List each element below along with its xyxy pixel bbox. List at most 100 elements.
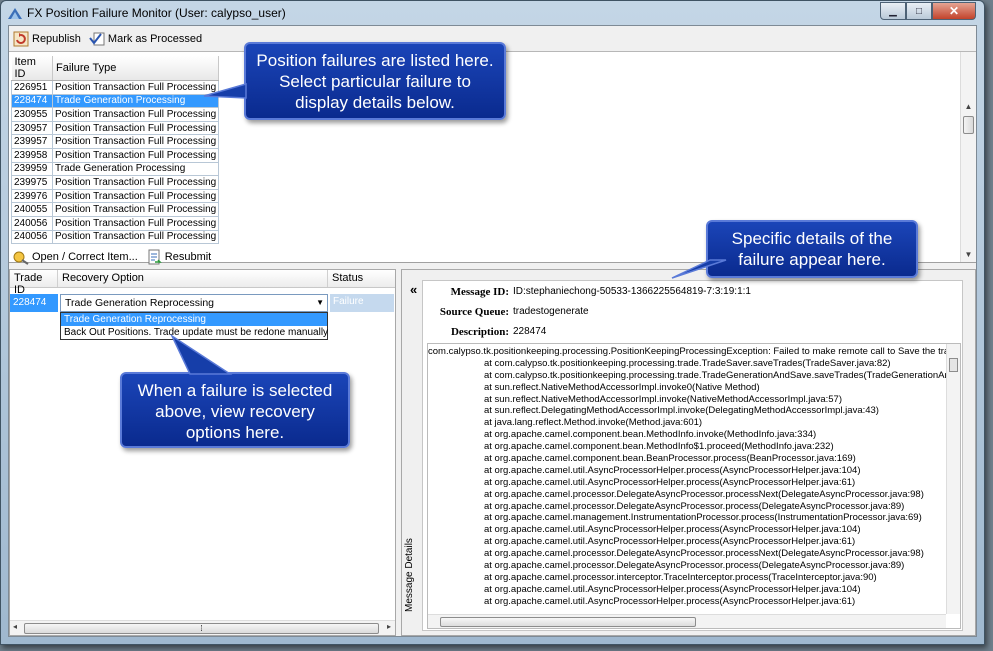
minimize-icon[interactable]: ▁: [880, 2, 906, 20]
stack-trace-line: at sun.reflect.DelegatingMethodAccessorI…: [484, 405, 879, 417]
table-row[interactable]: 228474 Trade Generation Processing: [11, 93, 220, 109]
item-id-cell: 239959: [11, 161, 53, 177]
status-badge: Failure: [330, 294, 394, 312]
recovery-panel: Trade ID Recovery Option Status 228474 T…: [9, 269, 396, 636]
recovery-row[interactable]: 228474 Trade Generation Reprocessing ▼ F…: [10, 294, 395, 312]
table-row[interactable]: 239957 Position Transaction Full Processi…: [11, 134, 220, 149]
item-id-cell: 240055: [11, 202, 53, 217]
republish-label: Republish: [32, 32, 81, 45]
failure-table: Item ID Failure Type 226951 Position Tran…: [11, 56, 220, 245]
item-id-cell: 228474: [11, 93, 53, 109]
item-id-cell: 230955: [11, 107, 53, 122]
failure-type-cell: Position Transaction Full Processing: [51, 175, 220, 190]
scroll-thumb[interactable]: ⁞: [24, 623, 379, 634]
failure-type-cell: Position Transaction Full Processing: [51, 120, 220, 136]
callout-failure-list: Position failures are listed here. Selec…: [244, 42, 506, 120]
table-row[interactable]: 240056 Position Transaction Full Processi…: [11, 229, 220, 245]
stack-trace-line: at org.apache.camel.processor.DelegateAs…: [484, 488, 924, 500]
item-id-cell: 240056: [11, 215, 53, 231]
open-correct-item-button[interactable]: Open / Correct Item...: [13, 249, 138, 265]
callout-pointer: [203, 83, 247, 99]
trace-vertical-scrollbar[interactable]: [946, 344, 960, 614]
stack-trace-line: at org.apache.camel.processor.DelegateAs…: [484, 500, 905, 512]
column-header-item-id[interactable]: Item ID: [11, 56, 53, 81]
source-queue-value: tradestogenerate: [513, 306, 589, 317]
failure-type-cell: Position Transaction Full Processing: [51, 215, 220, 231]
stack-trace-line: at org.apache.camel.processor.DelegateAs…: [484, 548, 924, 560]
column-header-trade-id[interactable]: Trade ID: [10, 270, 58, 296]
message-details-tab[interactable]: Message Details: [404, 525, 418, 625]
item-id-cell: 239976: [11, 188, 53, 204]
callout-pointer: [170, 334, 233, 375]
stack-trace-line: at java.lang.reflect.Method.invoke(Metho…: [484, 417, 703, 429]
failure-type-cell: Trade Generation Processing: [51, 161, 220, 177]
stack-trace-textarea[interactable]: com.calypso.tk.positionkeeping.processin…: [427, 343, 961, 629]
trace-horizontal-scrollbar[interactable]: [428, 614, 946, 628]
scroll-left-icon[interactable]: ◂: [13, 622, 17, 631]
callout-pointer: [671, 259, 727, 279]
window-controls: ▁ □ ✕: [880, 2, 976, 20]
dropdown-option-reprocess[interactable]: Trade Generation Reprocessing: [61, 313, 327, 326]
item-id-cell: 239958: [11, 147, 53, 163]
app-logo-icon: [8, 8, 22, 19]
stack-trace-line: at org.apache.camel.util.AsyncProcessorH…: [484, 595, 856, 607]
callout-failure-list-text: Position failures are listed here. Selec…: [256, 51, 494, 112]
column-header-status[interactable]: Status: [328, 270, 392, 287]
open-correct-label: Open / Correct Item...: [32, 251, 138, 263]
stack-trace-line: at org.apache.camel.management.Instrumen…: [484, 512, 922, 524]
failure-type-cell: Position Transaction Full Processing: [51, 202, 220, 217]
message-id-value: ID:stephaniechong-50533-1366225564819-7:…: [513, 286, 751, 297]
description-label: Description:: [450, 326, 509, 338]
stack-trace-line: at org.apache.camel.util.AsyncProcessorH…: [484, 476, 856, 488]
maximize-icon[interactable]: □: [906, 2, 932, 20]
recovery-horizontal-scrollbar[interactable]: ◂ ⁞ ▸: [10, 620, 395, 635]
resubmit-button[interactable]: Resubmit: [146, 249, 211, 265]
stack-trace-line: at org.apache.camel.util.AsyncProcessorH…: [484, 536, 856, 548]
message-id-label: Message ID:: [450, 286, 509, 298]
table-row[interactable]: 240055 Position Transaction Full Processi…: [11, 202, 220, 217]
table-row[interactable]: 239975 Position Transaction Full Processi…: [11, 175, 220, 190]
callout-recovery-text: When a failure is selected above, view r…: [137, 381, 333, 442]
callout-details: Specific details of the failure appear h…: [706, 220, 918, 278]
collapse-icon[interactable]: «: [410, 282, 417, 297]
mark-processed-label: Mark as Processed: [107, 32, 203, 45]
failure-type-cell: Position Transaction Full Processing: [51, 147, 220, 163]
scroll-thumb[interactable]: [440, 617, 696, 627]
stack-trace-line: at org.apache.camel.component.bean.Metho…: [484, 441, 834, 453]
column-header-recovery-option[interactable]: Recovery Option: [58, 270, 328, 287]
failure-list-scrollbar[interactable]: ▲ ▼: [960, 52, 976, 262]
scroll-right-icon[interactable]: ▸: [387, 622, 391, 631]
failure-type-cell: Position Transaction Full Processing: [51, 134, 220, 149]
details-content: Message ID: ID:stephaniechong-50533-1366…: [422, 280, 963, 631]
chevron-down-icon[interactable]: ▼: [316, 298, 324, 307]
scroll-thumb[interactable]: [963, 116, 974, 134]
recovery-option-select[interactable]: Trade Generation Reprocessing ▼: [60, 294, 328, 312]
item-id-cell: 240056: [11, 229, 53, 245]
item-id-cell: 239975: [11, 175, 53, 190]
item-id-cell: 230957: [11, 120, 53, 136]
item-id-cell: 239957: [11, 134, 53, 149]
column-header-failure-type[interactable]: Failure Type: [52, 56, 220, 81]
mark-processed-button[interactable]: Mark as Processed: [89, 31, 202, 47]
open-correct-icon: [13, 251, 29, 265]
table-row[interactable]: 230957 Position Transaction Full Processi…: [11, 120, 220, 136]
stack-trace-line: at org.apache.camel.util.AsyncProcessorH…: [484, 583, 861, 595]
table-row[interactable]: 226951 Position Transaction Full Processi…: [11, 80, 220, 95]
message-details-panel: « Message Details Message ID: ID:stephan…: [401, 269, 976, 636]
table-row[interactable]: 240056 Position Transaction Full Processi…: [11, 215, 220, 231]
stack-trace-line: at org.apache.camel.processor.intercepto…: [484, 571, 877, 583]
table-row[interactable]: 239976 Position Transaction Full Processi…: [11, 188, 220, 204]
close-icon[interactable]: ✕: [932, 2, 976, 20]
failure-type-cell: Position Transaction Full Processing: [51, 188, 220, 204]
checkmark-document-icon: [89, 32, 105, 45]
scroll-thumb[interactable]: [949, 358, 958, 372]
table-row[interactable]: 230955 Position Transaction Full Processi…: [11, 107, 220, 122]
recovery-option-value: Trade Generation Reprocessing: [65, 297, 215, 309]
callout-details-text: Specific details of the failure appear h…: [731, 229, 893, 269]
failure-type-cell: Trade Generation Processing: [51, 93, 220, 109]
table-row[interactable]: 239958 Position Transaction Full Processi…: [11, 147, 220, 163]
table-row[interactable]: 239959 Trade Generation Processing: [11, 161, 220, 177]
scroll-up-icon[interactable]: ▲: [961, 100, 976, 114]
stack-trace-line: at sun.reflect.NativeMethodAccessorImpl.…: [484, 381, 760, 393]
republish-button[interactable]: Republish: [13, 31, 81, 47]
